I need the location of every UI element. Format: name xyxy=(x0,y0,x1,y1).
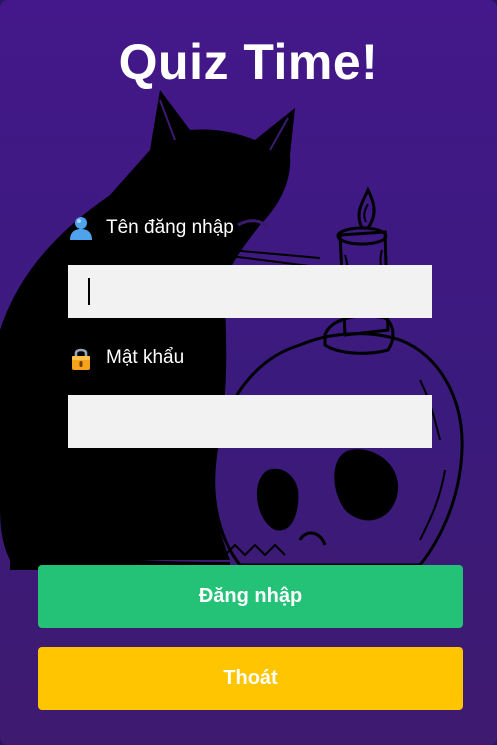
lock-icon xyxy=(72,348,90,370)
cat-skull-background-illustration xyxy=(0,90,464,570)
text-cursor xyxy=(88,278,90,305)
password-input[interactable] xyxy=(68,395,432,448)
user-icon xyxy=(70,217,92,240)
password-label-row: Mật khẩu xyxy=(68,345,184,371)
page-title: Quiz Time! xyxy=(118,34,379,90)
username-label-row: Tên đăng nhập xyxy=(68,215,234,241)
exit-button[interactable]: Thoát xyxy=(38,647,463,710)
username-label: Tên đăng nhập xyxy=(106,217,234,238)
login-window: Quiz Time! Tên đăng nhập Mật khẩu Đăng n… xyxy=(0,0,497,745)
login-button[interactable]: Đăng nhập xyxy=(38,565,463,628)
password-label: Mật khẩu xyxy=(106,347,185,368)
username-input[interactable] xyxy=(68,265,432,318)
